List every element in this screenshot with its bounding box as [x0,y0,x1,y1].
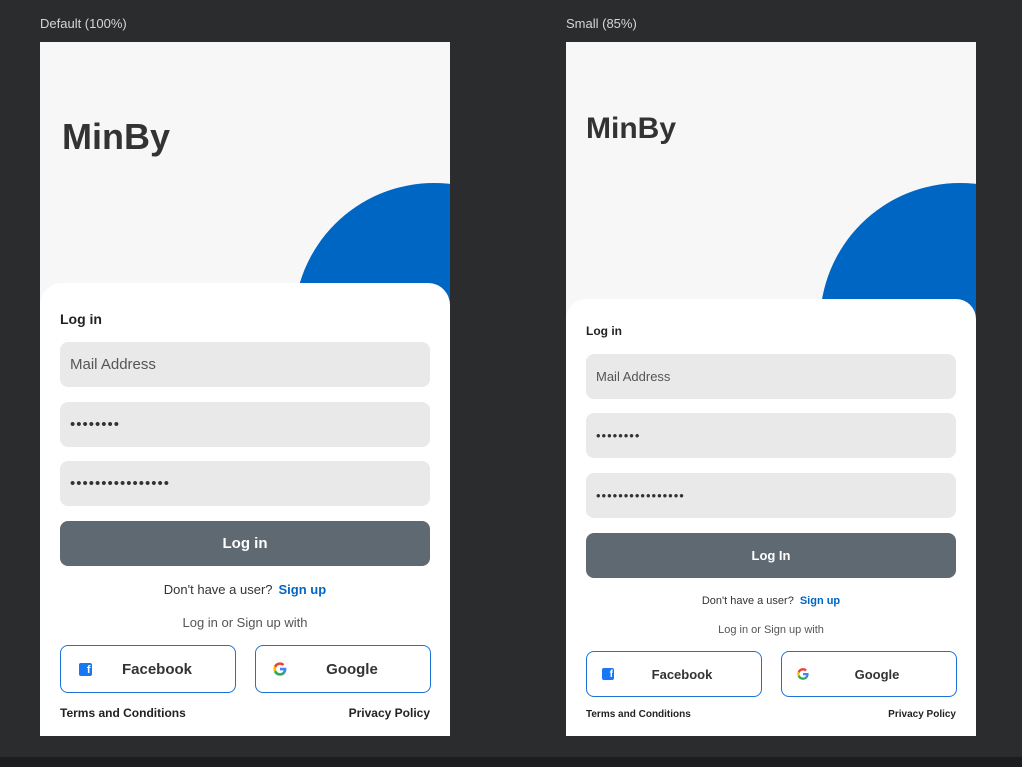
password-input[interactable]: •••••••• [60,402,430,447]
card-title: Log in [586,324,622,338]
password-mask: •••••••• [596,428,641,443]
mail-placeholder: Mail Address [596,369,671,384]
facebook-label: Facebook [121,661,193,678]
privacy-link[interactable]: Privacy Policy [349,706,430,720]
social-prompt: Log in or Sign up with [718,624,824,636]
card-title: Log in [60,311,102,327]
google-button[interactable]: Google [781,651,957,697]
signup-prompt: Don't have a user? Sign up [40,582,450,597]
phone-frame-small: MinBy Log in Mail Address •••••••• •••••… [566,42,976,736]
login-card: Log in Mail Address •••••••• •••••••••••… [566,299,976,736]
confirm-password-mask: •••••••••••••••• [70,475,171,492]
login-card: Log in Mail Address •••••••• •••••••••••… [40,283,450,736]
terms-link[interactable]: Terms and Conditions [60,706,186,720]
confirm-password-input[interactable]: •••••••••••••••• [586,473,956,518]
login-button[interactable]: Log In [586,533,956,578]
frame-label-small: Small (85%) [566,16,637,31]
password-input[interactable]: •••••••• [586,413,956,458]
signup-link[interactable]: Sign up [800,595,840,607]
no-user-text: Don't have a user? [701,595,794,607]
mail-placeholder: Mail Address [70,356,156,373]
facebook-label: Facebook [651,667,713,682]
login-button[interactable]: Log in [60,521,430,566]
social-prompt: Log in or Sign up with [182,615,308,630]
confirm-password-input[interactable]: •••••••••••••••• [60,461,430,506]
brand-title: MinBy [62,116,170,157]
google-label: Google [326,661,378,678]
facebook-button[interactable]: f Facebook [586,651,762,697]
canvas-bottom-bar [0,757,1022,767]
mail-address-input[interactable]: Mail Address [586,354,956,399]
design-canvas: Default (100%) Small (85%) MinBy Log in … [0,0,1022,767]
signup-link[interactable]: Sign up [279,582,327,597]
google-label: Google [854,667,900,682]
password-mask: •••••••• [70,416,121,433]
privacy-link[interactable]: Privacy Policy [888,709,956,720]
google-button[interactable]: Google [255,645,431,693]
signup-prompt: Don't have a user? Sign up [566,595,976,607]
facebook-button[interactable]: f Facebook [60,645,236,693]
no-user-text: Don't have a user? [163,582,273,597]
confirm-password-mask: •••••••••••••••• [596,488,685,503]
brand-title: MinBy [586,112,676,145]
frame-label-default: Default (100%) [40,16,127,31]
phone-frame-default: MinBy Log in Mail Address •••••••• •••••… [40,42,450,736]
terms-link[interactable]: Terms and Conditions [586,709,691,720]
mail-address-input[interactable]: Mail Address [60,342,430,387]
